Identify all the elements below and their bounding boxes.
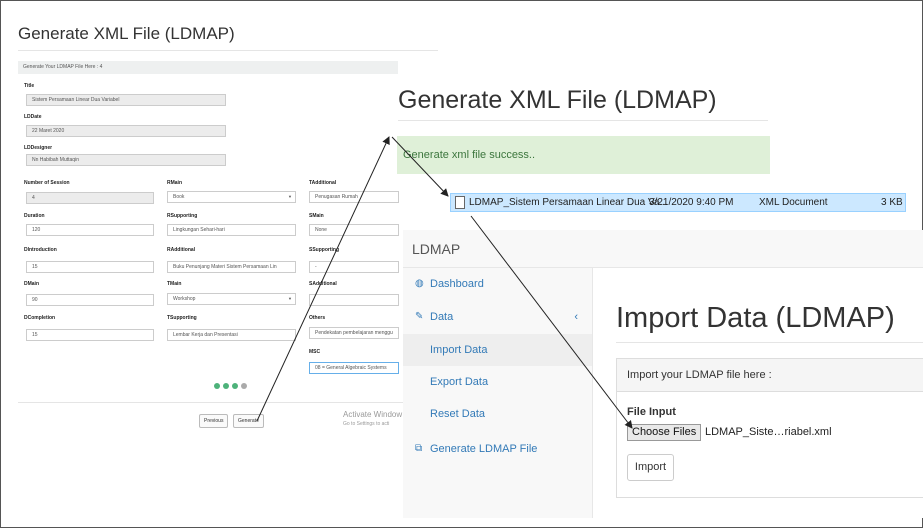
rsupporting-field[interactable]: Lingkungan Sehari-hari — [167, 224, 296, 236]
activate-windows-watermark: Activate Window — [343, 410, 403, 419]
lddesigner-label: LDDesigner — [24, 145, 53, 151]
success-page-title: Generate XML File (LDMAP) — [398, 86, 717, 114]
copy-icon: ⧉ — [415, 443, 423, 454]
dcompletion-label: DCompletion — [24, 315, 56, 321]
rmain-label: RMain — [167, 180, 182, 186]
file-type: XML Document — [759, 197, 828, 208]
ssupporting-field[interactable]: - — [309, 261, 399, 273]
generate-form-panel: Generate XML File (LDMAP) Generate Your … — [18, 24, 438, 444]
file-name: LDMAP_Sistem Persamaan Linear Dua Va... — [469, 197, 668, 208]
tsupporting-field[interactable]: Lembar Kerja dan Presentasi — [167, 329, 296, 341]
chevron-left-icon: ‹ — [574, 311, 578, 323]
step-indicator — [214, 383, 247, 389]
sidebar-item-label: Generate LDMAP File — [430, 443, 538, 455]
tsupporting-label: TSupporting — [167, 315, 197, 321]
caret-down-icon: ▼ — [288, 296, 292, 301]
lddesigner-field[interactable]: Nn Habibah Muttaqin — [26, 154, 226, 166]
success-alert: Generate xml file success.. — [397, 136, 770, 174]
dmain-label: DMain — [24, 281, 39, 287]
step-dot — [223, 383, 229, 389]
sidebar-item-label: Data — [430, 311, 454, 323]
others-field[interactable]: Pendekatan pembelajaran menggu — [309, 327, 399, 339]
dashboard-icon: ◍ — [415, 278, 424, 289]
import-button[interactable]: Import — [627, 454, 674, 481]
sidebar-item-generate-ldmap-file[interactable]: ⧉ Generate LDMAP File — [403, 433, 592, 465]
sidebar-item-label: Reset Data — [430, 408, 486, 420]
sadditional-label: SAdditional — [309, 281, 337, 287]
ssupporting-label: SSupporting — [309, 247, 339, 253]
choose-files-button[interactable]: Choose Files — [627, 424, 702, 441]
brand-logo[interactable]: LDMAP — [412, 241, 460, 257]
rsupporting-label: RSupporting — [167, 213, 198, 219]
caret-down-icon: ▼ — [288, 194, 292, 199]
title-label: Title — [24, 83, 35, 89]
tadditional-label: TAdditional — [309, 180, 337, 186]
msc-select[interactable]: 08 = General Algebraic Systems — [309, 362, 399, 374]
divider — [18, 402, 438, 403]
title-field[interactable]: Sistem Persamaan Linear Dua Variabel — [26, 94, 226, 106]
divider — [18, 50, 438, 51]
dmain-field[interactable]: 90 — [26, 294, 154, 306]
tmain-label: TMain — [167, 281, 182, 287]
step-dot — [232, 383, 238, 389]
dintroduction-field[interactable]: 15 — [26, 261, 154, 273]
msc-label: MSC — [309, 349, 321, 355]
tmain-select[interactable]: Workshop ▼ — [167, 293, 296, 305]
edit-icon: ✎ — [415, 311, 424, 322]
others-label: Others — [309, 315, 326, 321]
form-page-title: Generate XML File (LDMAP) — [18, 24, 235, 43]
rmain-value: Book — [173, 194, 185, 200]
number-of-session-field[interactable]: 4 — [26, 192, 154, 204]
import-admin-panel: LDMAP ◍ Dashboard ✎ Data ‹ Import Data E… — [403, 230, 923, 518]
rmain-select[interactable]: Book ▼ — [167, 191, 296, 203]
sidebar-item-label: Export Data — [430, 376, 489, 388]
tmain-value: Workshop — [173, 296, 196, 302]
step-dot — [241, 383, 247, 389]
sidebar-item-reset-data[interactable]: Reset Data — [403, 398, 592, 430]
file-size: 3 KB — [881, 197, 903, 208]
sidebar-item-import-data[interactable]: Import Data — [403, 334, 592, 366]
number-of-session-label: Number of Session — [24, 180, 70, 186]
previous-button[interactable]: Previous — [199, 414, 229, 428]
explorer-file-row[interactable]: LDMAP_Sistem Persamaan Linear Dua Va... … — [450, 193, 906, 212]
file-icon — [455, 196, 465, 209]
sidebar-item-export-data[interactable]: Export Data — [403, 366, 592, 398]
file-date: 3/21/2020 9:40 PM — [649, 197, 734, 208]
smain-label: SMain — [309, 213, 324, 219]
navbar: LDMAP — [403, 230, 923, 268]
dintroduction-label: DIntroduction — [24, 247, 57, 253]
lddate-label: LDDate — [24, 114, 42, 120]
form-header-bar: Generate Your LDMAP File Here : 4 — [18, 61, 398, 74]
file-input-label: File Input — [627, 406, 676, 418]
duration-field[interactable]: 120 — [26, 224, 154, 236]
import-page-title: Import Data (LDMAP) — [616, 302, 895, 334]
lddate-field[interactable]: 22 Maret 2020 — [26, 125, 226, 137]
sidebar-item-data[interactable]: ✎ Data ‹ — [403, 301, 592, 333]
sidebar: ◍ Dashboard ✎ Data ‹ Import Data Export … — [403, 268, 593, 518]
divider — [398, 120, 768, 121]
chosen-file-name: LDMAP_Siste…riabel.xml — [705, 426, 832, 438]
radditional-field[interactable]: Buku Penunjang Materi Sistem Persamaan L… — [167, 261, 296, 273]
sidebar-item-label: Import Data — [430, 344, 488, 356]
divider — [616, 342, 923, 343]
sadditional-field[interactable] — [309, 294, 399, 306]
sidebar-item-label: Dashboard — [430, 278, 484, 290]
sidebar-item-dashboard[interactable]: ◍ Dashboard — [403, 268, 592, 300]
generate-button[interactable]: Generate — [233, 414, 264, 428]
import-card: Import your LDMAP file here : File Input… — [616, 358, 923, 498]
duration-label: Duration — [24, 213, 45, 219]
import-card-heading: Import your LDMAP file here : — [617, 359, 923, 392]
radditional-label: RAdditional — [167, 247, 196, 253]
activate-windows-hint: Go to Settings to acti — [343, 421, 390, 427]
smain-select[interactable]: None — [309, 224, 399, 236]
step-dot — [214, 383, 220, 389]
tadditional-field[interactable]: Penugasan Rumah — [309, 191, 399, 203]
dcompletion-field[interactable]: 15 — [26, 329, 154, 341]
